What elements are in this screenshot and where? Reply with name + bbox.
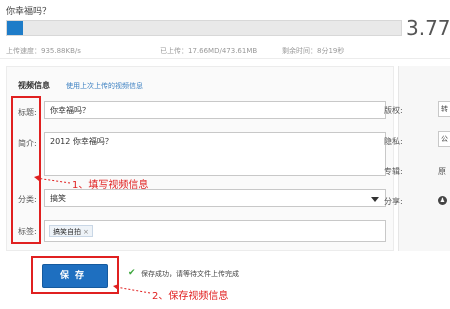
- save-status-message: 保存成功，请等待文件上传完成: [141, 270, 239, 278]
- save-button[interactable]: 保存: [42, 264, 108, 288]
- check-icon: ✔: [128, 268, 136, 278]
- annotation-save-info: 2、保存视频信息: [152, 291, 229, 302]
- annotation-fill-info: 1、填写视频信息: [72, 180, 149, 191]
